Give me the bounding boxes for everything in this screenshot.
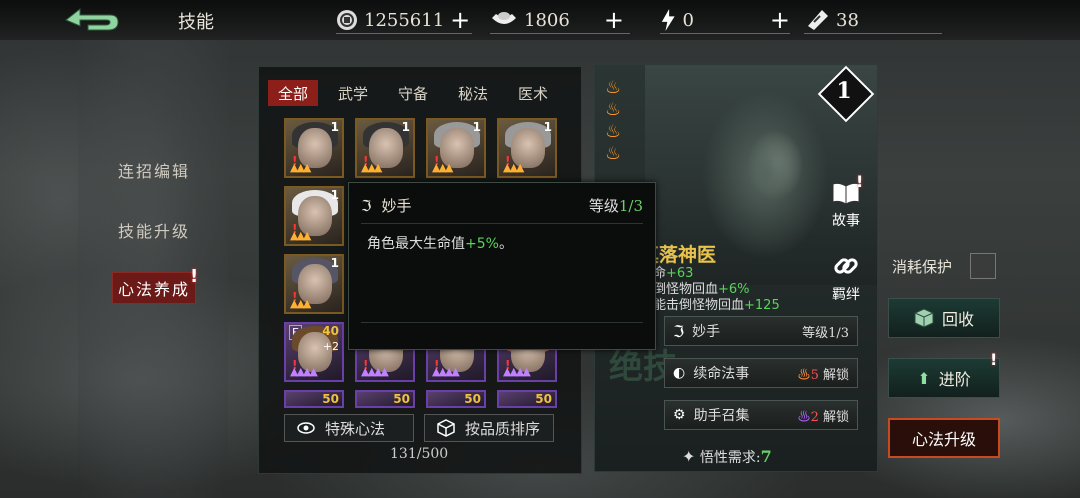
top-bar: 技能 1255611 + 1806 + 0 + 38 [0, 0, 1080, 40]
skill-row[interactable]: ℑ 妙手 等级1/3 [664, 316, 858, 346]
add-energy-button[interactable]: + [770, 8, 790, 32]
cube-icon [914, 308, 934, 328]
insight-requirement: ✦ 悟性需求:7 [682, 447, 772, 466]
menu-alert-badge: ! [190, 266, 199, 287]
resource-energy: 0 + [660, 6, 790, 34]
resource-ticket: 38 [804, 6, 942, 34]
special-mind-button[interactable]: 特殊心法 [284, 414, 414, 442]
add-ingot-button[interactable]: + [604, 8, 624, 32]
arrow-up-icon: ⬆ [917, 368, 931, 388]
mind-card[interactable]: 1! ▲▲▲ [426, 118, 486, 178]
mind-upgrade-button[interactable]: 心法升级 [888, 418, 1000, 458]
stat-row: 技能击倒怪物回血+125 [640, 298, 780, 313]
bond-button[interactable]: 羁绊 [828, 252, 864, 304]
skill-icon: ⚙ [673, 407, 686, 423]
recycle-button[interactable]: 回收 [888, 298, 1000, 338]
energy-value: 0 [682, 9, 694, 31]
ingot-value: 1806 [524, 9, 570, 31]
tooltip-description: 角色最大生命值+5%。 [367, 236, 513, 252]
tab-martial[interactable]: 武学 [328, 80, 378, 106]
ingot-icon [492, 12, 516, 24]
advance-alert: ! [990, 350, 998, 369]
ticket-value: 38 [836, 9, 859, 31]
mind-card[interactable]: 1! ▲▲▲ [284, 254, 344, 314]
resource-ingot: 1806 + [490, 6, 630, 34]
tab-defense[interactable]: 守备 [388, 80, 438, 106]
fire-icon: ♨ ♨ ♨ ♨ [605, 77, 622, 164]
skill-tooltip: ℑ 妙手 等级1/3 角色最大生命值+5%。 [348, 182, 656, 350]
menu-combo-edit[interactable]: 连招编辑 [118, 158, 190, 182]
mind-card[interactable]: 1! ▲▲▲ [497, 118, 557, 178]
tab-all[interactable]: 全部 [268, 80, 318, 106]
cube-icon [437, 419, 455, 437]
mind-card[interactable]: 1! ▲▲▲ [355, 118, 415, 178]
add-coin-button[interactable]: + [450, 8, 470, 32]
resource-coin: 1255611 + [336, 6, 472, 34]
skill-icon: ℑ [361, 197, 372, 215]
menu-mind-cultivation[interactable]: 心法养成 [112, 272, 196, 304]
category-tabs: 全部 武学 守备 秘法 医术 [268, 80, 558, 106]
mind-card[interactable]: 50 [426, 390, 486, 408]
left-menu-panel [78, 40, 228, 498]
skill-icon: ℑ [673, 321, 685, 341]
mind-card[interactable]: 50 [497, 390, 557, 408]
mind-card[interactable]: 50 [284, 390, 344, 408]
lightning-icon [661, 9, 675, 31]
coin-value: 1255611 [364, 9, 445, 31]
insight-icon: ✦ [682, 447, 696, 466]
fire-cost-icon: ♨ [797, 367, 811, 383]
menu-skill-upgrade[interactable]: 技能升级 [118, 218, 190, 242]
back-arrow-icon[interactable] [62, 6, 122, 34]
ticket-icon [808, 10, 828, 30]
tab-secret[interactable]: 秘法 [448, 80, 498, 106]
mind-card[interactable]: 50 [355, 390, 415, 408]
advance-button[interactable]: ⬆ 进阶 [888, 358, 1000, 398]
mind-card[interactable]: E 40 +2 !▲▲▲▲ [284, 322, 344, 382]
skill-row[interactable]: ⚙ 助手召集 ♨2 解锁 [664, 400, 858, 430]
sort-by-quality-button[interactable]: 按品质排序 [424, 414, 554, 442]
purple-fire-cost-icon: ♨ [797, 409, 811, 425]
coin-icon [337, 10, 357, 30]
skill-row[interactable]: ◐ 续命法事 ♨5 解锁 [664, 358, 858, 388]
tab-medicine[interactable]: 医术 [508, 80, 558, 106]
story-alert: ! [856, 172, 864, 191]
chain-link-icon [834, 258, 858, 274]
consume-protect-checkbox[interactable] [970, 253, 996, 279]
hero-rank: 1 [836, 78, 852, 104]
page-title: 技能 [178, 12, 214, 33]
mind-card[interactable]: 1! ▲▲▲ [284, 118, 344, 178]
mind-count: 131/500 [390, 446, 449, 462]
consume-protect-label: 消耗保护 [892, 258, 953, 276]
eye-icon [297, 422, 315, 434]
skill-icon: ◐ [673, 365, 686, 381]
mind-card-selected[interactable]: 1! ▲▲▲ [284, 186, 344, 246]
